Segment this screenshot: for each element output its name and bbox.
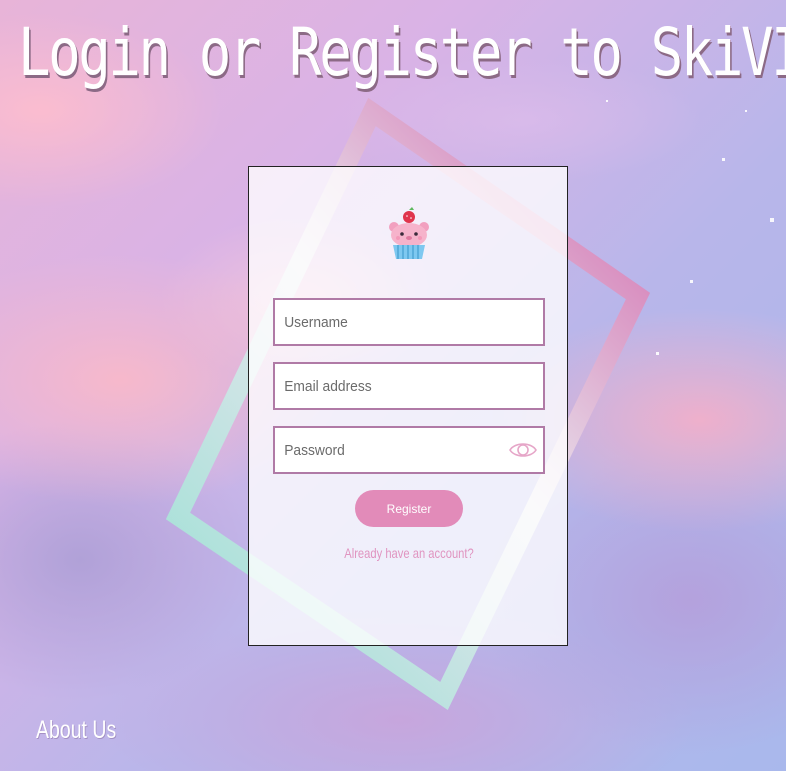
register-button[interactable]: Register [355, 490, 463, 527]
page-title: Login or Register to SkiVI [18, 14, 786, 91]
password-field [273, 426, 545, 474]
cupcake-bear-logo [389, 207, 429, 259]
star-decoration [770, 218, 774, 222]
username-field [273, 298, 545, 346]
username-input[interactable] [275, 300, 522, 344]
about-us-link[interactable]: About Us [36, 716, 116, 745]
star-decoration [745, 110, 747, 112]
register-card: Register Already have an account? [248, 166, 568, 646]
star-decoration [722, 158, 725, 161]
password-input[interactable] [275, 428, 522, 472]
login-link[interactable]: Already have an account? [281, 545, 537, 561]
star-decoration [690, 280, 693, 283]
email-field [273, 362, 545, 410]
eye-icon[interactable] [509, 439, 537, 461]
email-input[interactable] [275, 364, 522, 408]
